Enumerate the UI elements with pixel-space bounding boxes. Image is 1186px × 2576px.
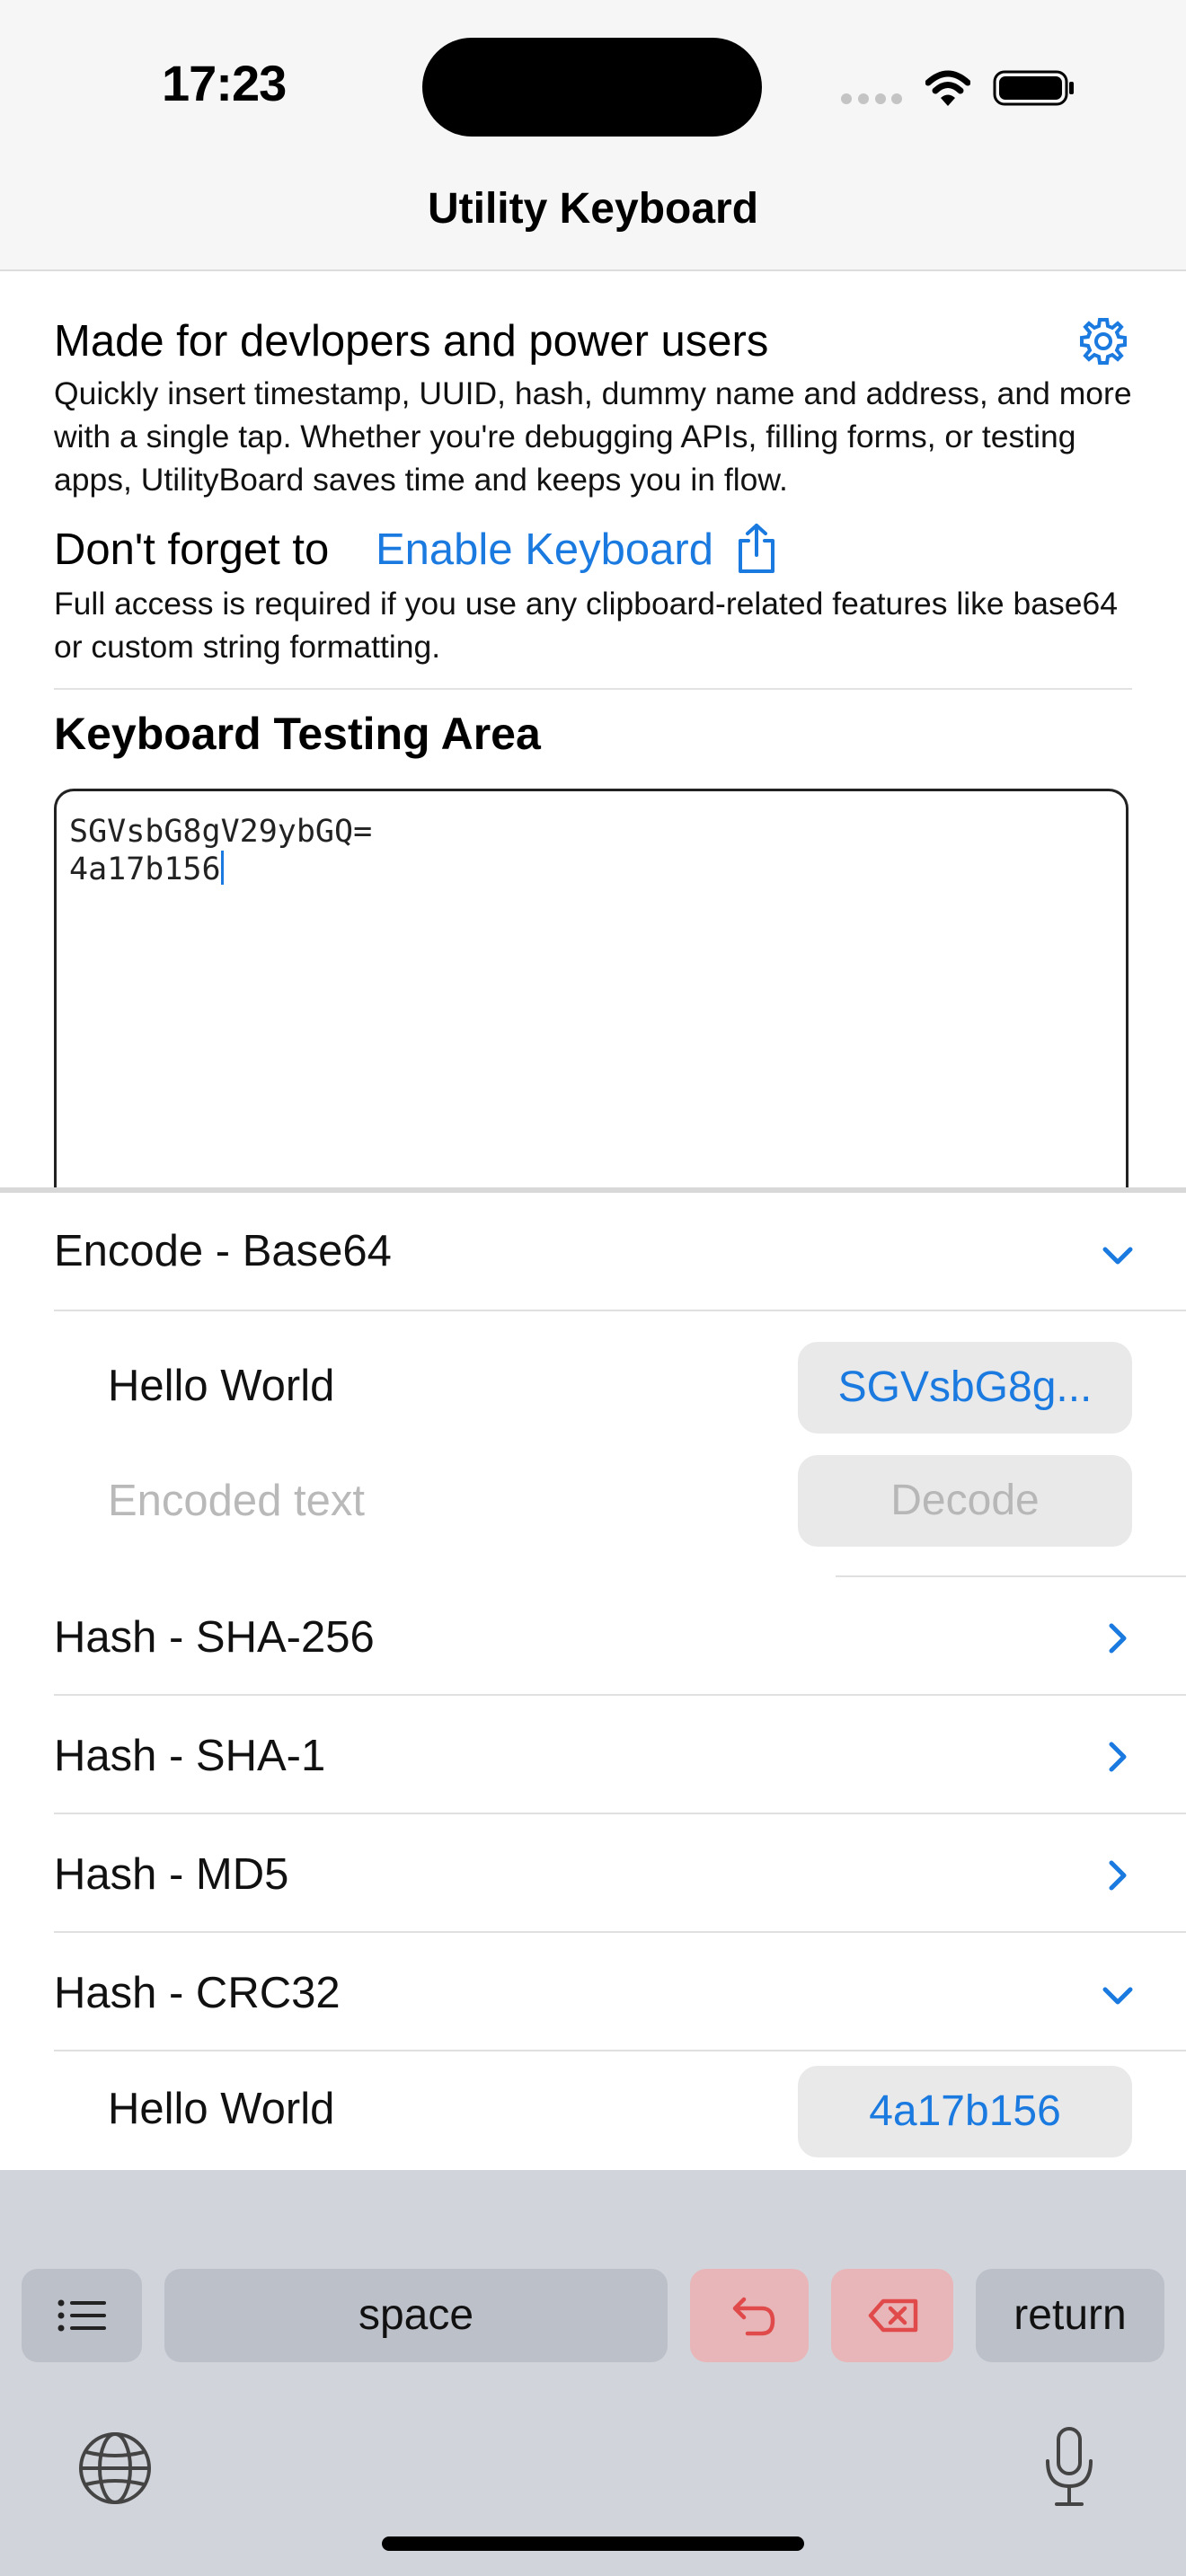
- keyboard-testing-textarea[interactable]: SGVsbG8gV29ybGQ= 4a17b156: [54, 789, 1128, 1202]
- enable-keyboard-link[interactable]: Enable Keyboard: [376, 525, 713, 575]
- section-sha256-title[interactable]: Hash - SHA-256: [54, 1612, 375, 1663]
- textarea-line-2: 4a17b156: [69, 851, 221, 887]
- chevron-right-icon[interactable]: [1098, 1856, 1137, 1895]
- delete-icon: [868, 2298, 918, 2333]
- section-crc32-title[interactable]: Hash - CRC32: [54, 1968, 341, 2018]
- list-icon: [58, 2299, 106, 2332]
- return-key[interactable]: return: [976, 2269, 1164, 2362]
- crc32-input-value[interactable]: Hello World: [108, 2084, 334, 2134]
- list-key[interactable]: [22, 2269, 142, 2362]
- status-time: 17:23: [162, 55, 287, 111]
- space-key[interactable]: space: [164, 2269, 668, 2362]
- reminder-text: Don't forget to: [54, 525, 330, 574]
- row-divider: [54, 1310, 1186, 1311]
- microphone-icon[interactable]: [1042, 2425, 1096, 2511]
- decode-button[interactable]: Decode: [798, 1455, 1132, 1547]
- home-indicator: [382, 2536, 804, 2551]
- row-divider: [54, 1813, 1186, 1814]
- section-base64-title[interactable]: Encode - Base64: [54, 1226, 392, 1276]
- row-divider: [54, 1931, 1186, 1933]
- keyboard-area: [0, 2170, 1186, 2576]
- chevron-down-icon[interactable]: [1098, 1236, 1137, 1275]
- textarea-line-1: SGVsbG8gV29ybGQ=: [69, 814, 373, 850]
- globe-icon[interactable]: [75, 2429, 155, 2508]
- row-divider: [54, 2050, 1186, 2051]
- chevron-right-icon[interactable]: [1098, 1737, 1137, 1777]
- testing-area-heading: Keyboard Testing Area: [54, 709, 541, 759]
- intro-description: Quickly insert timestamp, UUID, hash, du…: [54, 375, 1132, 498]
- base64-encoded-button[interactable]: SGVsbG8g...: [798, 1342, 1132, 1434]
- encoded-text-input[interactable]: Encoded text: [108, 1476, 365, 1526]
- section-md5-title[interactable]: Hash - MD5: [54, 1849, 288, 1900]
- divider: [54, 688, 1132, 690]
- crc32-hash-button[interactable]: 4a17b156: [798, 2066, 1132, 2157]
- undo-key[interactable]: [690, 2269, 809, 2362]
- share-icon[interactable]: [735, 523, 778, 575]
- chevron-right-icon[interactable]: [1098, 1619, 1137, 1658]
- row-divider: [54, 1694, 1186, 1696]
- signal-dots-icon: [841, 93, 902, 104]
- battery-icon: [993, 70, 1074, 106]
- dynamic-island: [422, 38, 762, 137]
- full-access-note: Full access is required if you use any c…: [54, 586, 1118, 665]
- gear-icon[interactable]: [1078, 316, 1128, 366]
- wifi-icon: [925, 70, 970, 106]
- chevron-down-icon[interactable]: [1098, 1976, 1137, 2016]
- section-sha1-title[interactable]: Hash - SHA-1: [54, 1731, 325, 1781]
- delete-key[interactable]: [831, 2269, 953, 2362]
- utility-panel: [0, 1193, 1186, 2170]
- page-title: Utility Keyboard: [427, 185, 759, 233]
- undo-icon: [732, 2297, 775, 2336]
- intro-heading: Made for devlopers and power users: [54, 317, 769, 366]
- text-caret: [220, 851, 224, 885]
- base64-input-value[interactable]: Hello World: [108, 1361, 334, 1411]
- row-divider: [836, 1575, 1186, 1577]
